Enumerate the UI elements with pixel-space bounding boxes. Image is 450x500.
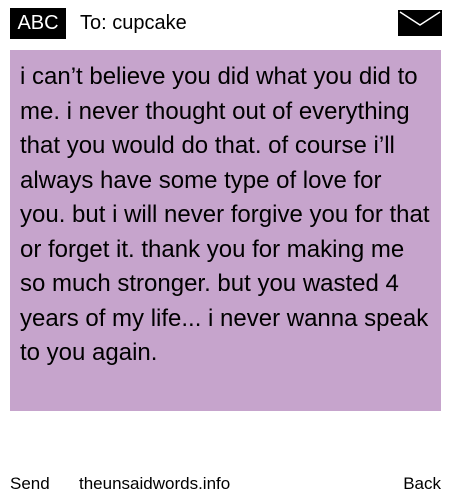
softkey-bar: Send theunsaidwords.info Back (0, 470, 450, 498)
message-text[interactable]: i can’t believe you did what you did to … (20, 60, 433, 371)
message-body[interactable]: i can’t believe you did what you did to … (10, 50, 441, 411)
recipient-line[interactable]: To: cupcake (80, 8, 187, 39)
site-credit: theunsaidwords.info (79, 474, 231, 493)
send-softkey[interactable]: Send (10, 470, 50, 498)
back-softkey[interactable]: Back (403, 470, 441, 498)
input-mode-badge[interactable]: ABC (10, 8, 66, 39)
message-header: ABC To: cupcake (0, 0, 450, 46)
envelope-icon[interactable] (398, 10, 442, 36)
